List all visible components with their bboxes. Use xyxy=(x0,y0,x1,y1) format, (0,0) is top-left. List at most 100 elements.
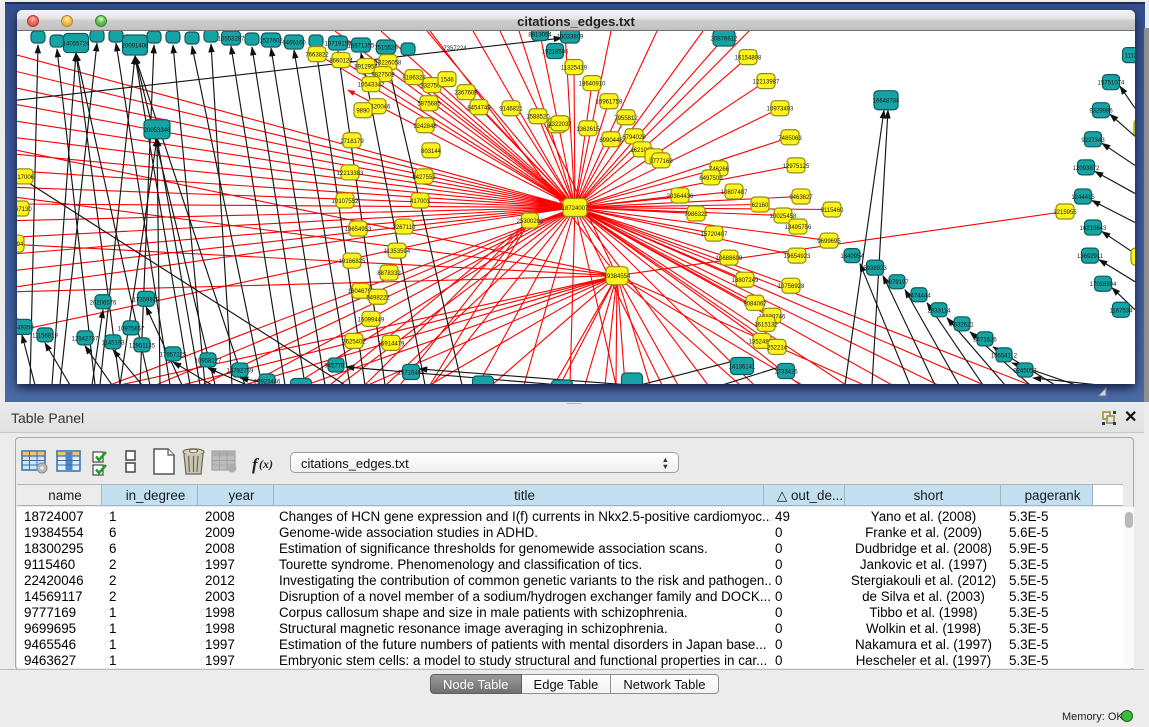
svg-text:8427552: 8427552 xyxy=(412,175,436,181)
svg-text:417003: 417003 xyxy=(410,199,431,205)
svg-text:417006: 417006 xyxy=(17,175,35,181)
svg-text:10654112: 10654112 xyxy=(991,353,1018,359)
svg-text:62160: 62160 xyxy=(752,203,769,209)
svg-text:1112: 1112 xyxy=(1125,54,1135,60)
svg-text:9457791: 9457791 xyxy=(324,363,348,369)
svg-text:9329986: 9329986 xyxy=(1089,109,1113,115)
svg-text:12093872: 12093872 xyxy=(1073,166,1100,172)
svg-text:10756928: 10756928 xyxy=(778,284,805,290)
svg-text:13692911: 13692911 xyxy=(1077,254,1104,260)
svg-text:1615132: 1615132 xyxy=(754,322,778,328)
svg-text:6794028: 6794028 xyxy=(622,135,646,141)
svg-text:17016504: 17016504 xyxy=(1090,282,1117,288)
svg-text:15751074: 15751074 xyxy=(1098,81,1125,87)
svg-text:16648784: 16648784 xyxy=(873,99,900,105)
svg-text:14136141: 14136141 xyxy=(729,364,756,370)
svg-text:803144: 803144 xyxy=(421,149,442,155)
svg-text:9777169: 9777169 xyxy=(649,159,673,165)
svg-text:20091406: 20091406 xyxy=(122,44,149,50)
svg-text:14055724: 14055724 xyxy=(63,42,90,48)
svg-text:19384554: 19384554 xyxy=(604,274,631,280)
svg-text:13495756: 13495756 xyxy=(785,225,812,231)
svg-text:1527602: 1527602 xyxy=(259,39,283,45)
svg-text:6466160: 6466160 xyxy=(282,41,306,47)
svg-text:2367608: 2367608 xyxy=(454,91,478,97)
svg-text:2718179: 2718179 xyxy=(340,139,364,145)
svg-text:11325419: 11325419 xyxy=(561,66,588,72)
svg-text:10543342: 10543342 xyxy=(358,83,385,89)
svg-text:15716485: 15716485 xyxy=(398,370,425,376)
svg-text:8660124: 8660124 xyxy=(329,59,353,65)
svg-text:16154808: 16154808 xyxy=(735,56,762,62)
svg-text:7625402: 7625402 xyxy=(342,339,366,345)
svg-text:5938923: 5938923 xyxy=(863,266,887,272)
svg-text:19166825: 19166825 xyxy=(339,259,366,265)
svg-text:18640910: 18640910 xyxy=(579,82,606,88)
svg-text:12213987: 12213987 xyxy=(753,80,780,86)
svg-text:(x): (x) xyxy=(259,457,273,471)
svg-text:12942737: 12942737 xyxy=(72,336,99,342)
svg-text:1145193: 1145193 xyxy=(102,340,126,346)
svg-text:53594: 53594 xyxy=(17,242,24,248)
svg-text:12923446: 12923446 xyxy=(254,379,281,384)
svg-text:1362615: 1362615 xyxy=(576,127,600,133)
svg-text:12975125: 12975125 xyxy=(783,164,810,170)
svg-text:9242848: 9242848 xyxy=(413,124,437,130)
svg-text:16671355: 16671355 xyxy=(348,44,375,50)
svg-text:19654923: 19654923 xyxy=(784,254,811,260)
svg-text:1640954: 1640954 xyxy=(840,254,864,260)
svg-text:13226058: 13226058 xyxy=(375,61,402,67)
svg-text:17957225: 17957225 xyxy=(160,352,187,358)
svg-text:8990448: 8990448 xyxy=(599,138,623,144)
svg-text:5875685: 5875685 xyxy=(417,102,441,108)
svg-text:16782759: 16782759 xyxy=(227,368,254,374)
svg-text:25300203: 25300203 xyxy=(517,219,544,225)
svg-text:7632621: 7632621 xyxy=(950,322,974,328)
svg-text:20876612: 20876612 xyxy=(711,37,738,43)
svg-text:10553287: 10553287 xyxy=(218,37,245,43)
svg-text:1733426: 1733426 xyxy=(774,369,798,375)
svg-text:19654953: 19654953 xyxy=(345,227,372,233)
svg-text:1546: 1546 xyxy=(440,78,454,84)
svg-text:7485063: 7485063 xyxy=(778,136,802,142)
svg-text:1588520: 1588520 xyxy=(526,115,550,121)
svg-text:20364436: 20364436 xyxy=(667,194,694,200)
svg-text:9890: 9890 xyxy=(356,109,370,115)
svg-text:7663822: 7663822 xyxy=(305,53,329,59)
svg-text:8878332: 8878332 xyxy=(377,271,401,277)
svg-text:20206576: 20206576 xyxy=(90,300,117,306)
svg-text:18807249: 18807249 xyxy=(732,278,759,284)
svg-text:9699695: 9699695 xyxy=(817,239,841,245)
svg-text:1167534: 1167534 xyxy=(1110,308,1134,314)
svg-text:11353594: 11353594 xyxy=(384,249,411,255)
svg-text:1322037: 1322037 xyxy=(548,122,572,128)
svg-text:12213383: 12213383 xyxy=(337,171,364,177)
svg-text:6497503: 6497503 xyxy=(699,176,723,182)
svg-text:9227343: 9227343 xyxy=(1081,138,1105,144)
svg-text:5498222: 5498222 xyxy=(366,295,390,301)
svg-text:12951135: 12951135 xyxy=(129,343,156,349)
svg-text:18724007: 18724007 xyxy=(562,206,589,212)
svg-text:10807487: 10807487 xyxy=(721,190,748,196)
svg-text:1549350: 1549350 xyxy=(17,325,34,331)
svg-text:3215955: 3215955 xyxy=(1053,210,1077,216)
svg-text:7986322: 7986322 xyxy=(684,212,708,218)
svg-text:19218506: 19218506 xyxy=(542,50,569,56)
svg-text:2933114: 2933114 xyxy=(928,308,952,314)
svg-text:16033809: 16033809 xyxy=(557,35,584,41)
svg-text:16210643: 16210643 xyxy=(1080,226,1107,232)
svg-text:9146821: 9146821 xyxy=(499,107,523,113)
svg-text:10107552: 10107552 xyxy=(332,199,359,205)
svg-text:6879197: 6879197 xyxy=(885,280,909,286)
svg-text:20053346: 20053346 xyxy=(144,128,171,134)
svg-text:9245052: 9245052 xyxy=(1013,368,1037,374)
svg-text:1244415: 1244415 xyxy=(1071,195,1095,201)
svg-text:7955812: 7955812 xyxy=(614,116,638,122)
svg-text:8813054: 8813054 xyxy=(528,33,552,39)
svg-text:7357224: 7357224 xyxy=(443,46,467,52)
svg-text:16961758: 16961758 xyxy=(596,100,623,106)
svg-text:9084067: 9084067 xyxy=(743,301,767,307)
svg-text:3267130: 3267130 xyxy=(17,207,32,213)
svg-text:8454749: 8454749 xyxy=(467,106,491,112)
svg-text:10975657: 10975657 xyxy=(118,326,145,332)
